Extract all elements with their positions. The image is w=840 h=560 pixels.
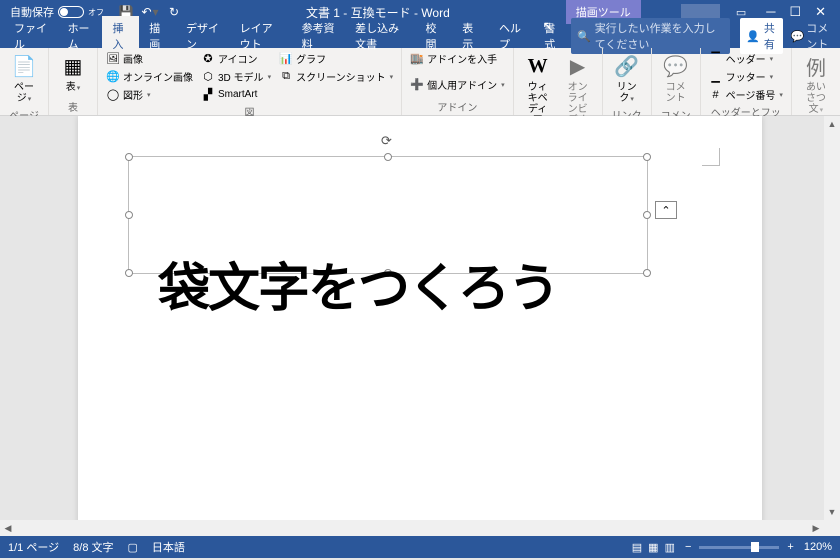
status-page[interactable]: 1/1 ページ [8,539,59,555]
zoom-out-button[interactable]: − [685,541,691,553]
status-word-count[interactable]: 8/8 文字 [73,539,113,555]
scroll-down-icon[interactable]: ▼ [824,504,840,520]
view-web-icon[interactable]: ▥ [665,541,675,554]
resize-handle-sw[interactable] [125,269,133,277]
margin-indicator [702,148,720,166]
icons-button[interactable]: ✪アイコン [199,50,273,67]
status-language[interactable]: 日本語 [152,539,185,555]
footer-icon: ▁ [709,70,723,84]
zoom-level[interactable]: 120% [804,541,832,553]
cube-icon: ⬡ [201,70,215,84]
header-button[interactable]: ▔ヘッダー▾ [707,50,785,67]
greeting-icon: 例 [802,52,830,80]
insert-comment-button[interactable]: 💬 コメント [658,50,694,106]
link-icon: 🔗 [613,52,641,80]
vertical-scrollbar[interactable]: ▲ ▼ [824,116,840,536]
footer-button[interactable]: ▁フッター▾ [707,68,785,85]
close-icon[interactable]: ✕ [815,4,826,20]
ribbon-options-icon[interactable]: ▭ [736,6,746,19]
comment-bubble-icon: 💬 [662,52,690,80]
chart-icon: 📊 [279,52,293,66]
rotate-handle[interactable] [381,133,395,147]
resize-handle-nw[interactable] [125,153,133,161]
link-button[interactable]: 🔗 リンク▾ [609,50,645,106]
online-pictures-button[interactable]: 🌐オンライン画像 [104,68,195,85]
layout-options-button[interactable]: ⌃ [655,201,677,219]
search-icon: 🔍 [577,30,591,43]
icons-icon: ✪ [201,52,215,66]
resize-handle-ne[interactable] [643,153,651,161]
header-icon: ▔ [709,52,723,66]
shapes-icon: ◯ [106,88,120,102]
get-addins-button[interactable]: 🏬アドインを入手 [408,50,507,67]
status-proofing[interactable]: ▢ [128,541,138,554]
addin-icon: ➕ [410,78,424,92]
smartart-button[interactable]: ▞SmartArt [199,86,273,102]
online-picture-icon: 🌐 [106,70,120,84]
smartart-icon: ▞ [201,87,215,101]
zoom-slider[interactable] [699,546,779,549]
share-icon: 👤 [746,30,760,43]
my-addins-button[interactable]: ➕個人用アドイン▾ [408,76,507,93]
pages-button[interactable]: 📄 ページ▾ [6,50,42,106]
resize-handle-e[interactable] [643,211,651,219]
pictures-button[interactable]: 🖼画像 [104,50,195,67]
pagenum-icon: # [709,88,723,102]
scroll-left-icon[interactable]: ◀ [0,520,16,536]
view-read-icon[interactable]: ▤ [632,541,642,554]
scroll-right-icon[interactable]: ▶ [808,520,824,536]
video-icon: ▶ [564,52,592,80]
chart-button[interactable]: 📊グラフ [277,50,395,67]
layout-options-icon: ⌃ [661,204,670,217]
resize-handle-n[interactable] [384,153,392,161]
group-addins: アドイン [408,98,507,115]
screenshot-button[interactable]: ⧉スクリーンショット▾ [277,68,395,85]
wikipedia-icon: W [524,52,552,80]
group-tables: 表 [55,98,91,115]
scroll-up-icon[interactable]: ▲ [824,116,840,132]
page-icon: 📄 [10,52,38,80]
3dmodels-button[interactable]: ⬡3D モデル▾ [199,68,273,85]
picture-icon: 🖼 [106,52,120,66]
zoom-in-button[interactable]: + [787,541,793,553]
page-number-button[interactable]: #ページ番号▾ [707,86,785,103]
wordart-text[interactable]: 袋文字をつくろう [158,246,558,321]
resize-handle-w[interactable] [125,211,133,219]
maximize-icon[interactable]: ☐ [789,4,801,20]
horizontal-scrollbar[interactable]: ◀ ▶ [0,520,840,536]
store-icon: 🏬 [410,52,424,66]
view-print-icon[interactable]: ▦ [648,541,658,554]
table-icon: ▦ [59,52,87,80]
comment-icon: 💬 [791,30,805,43]
table-button[interactable]: ▦ 表▾ [55,50,91,95]
resize-handle-se[interactable] [643,269,651,277]
screenshot-icon: ⧉ [279,70,293,84]
document-page[interactable]: ⌃ 袋文字をつくろう [78,116,762,536]
shapes-button[interactable]: ◯図形▾ [104,86,195,103]
